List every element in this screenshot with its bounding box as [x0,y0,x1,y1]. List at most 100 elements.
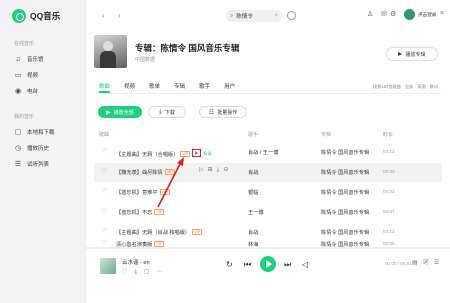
song-duration: 03:33 [383,169,395,174]
video-icon: ▭ [14,71,22,79]
song-title-cell: 【主题曲】无羁（合唱版） VIP 标清 [116,149,211,158]
sidebar-item-trial-list[interactable]: ☰ 试听列表 [14,159,49,169]
column-header-artist: 歌手 [248,132,259,138]
voice-search-icon[interactable] [287,11,296,20]
now-playing-ops: ♡ ⤓ ▢ ⋯ [122,269,163,275]
tab-playlists[interactable]: 歌单 [149,82,160,90]
song-album[interactable]: 陈情令 国风音乐专辑 [321,169,369,176]
download-icon[interactable]: ⤓ [134,269,137,275]
song-artist[interactable]: 肖战 [248,229,258,236]
table-row[interactable]: ♡ 【蓝忘机】意难平 VIP 银临 陈情令 国风音乐专辑 04:23 [94,183,442,202]
song-duration: 04:13 [383,229,395,234]
play-all-button[interactable]: ▶ 播放全部 [98,106,142,118]
play-icon: ▶ [106,109,111,116]
clock-icon: ◷ [14,144,22,152]
sidebar-item-video[interactable]: ▭ 视频 [14,70,38,80]
sidebar-item-label: 本地和下载 [27,130,55,136]
comment-icon[interactable]: ▢ [144,269,150,275]
heart-icon[interactable]: ♡ [122,269,127,275]
heart-icon[interactable]: ♡ [101,168,107,175]
chevron-right-icon[interactable]: › [118,11,121,20]
heart-icon[interactable]: ♡ [101,228,107,235]
heart-icon[interactable]: ♡ [101,240,107,247]
album-cover[interactable] [94,35,127,68]
table-row[interactable]: ♡ 【魏无羡】曲尽陈情 VIP ▷ ⊞ ⤓ ⊝ 肖战 陈情令 国风音乐专辑 03:… [94,163,442,182]
settings-icon[interactable]: ⚙ [390,10,396,18]
quality-icon[interactable]: ▤ [412,260,418,266]
tab-videos[interactable]: 视频 [124,82,135,90]
song-title[interactable]: 【魏无羡】曲尽陈情 [116,170,163,176]
app-logo[interactable]: QQ音乐 [12,9,60,23]
divider [94,93,442,94]
batch-icon: ☷ [208,109,215,116]
play-button[interactable] [260,256,276,272]
playlist-icon[interactable]: ☰ [434,260,439,266]
sidebar-item-radio[interactable]: ◉ 电台 [14,86,38,96]
close-icon[interactable]: × [440,10,444,17]
tab-albums[interactable]: 专辑 [174,82,185,90]
song-artist[interactable]: 肖战 / 王一博 [248,149,278,156]
next-icon[interactable]: ⏭ [284,261,291,269]
add-icon[interactable]: ⊞ [208,167,213,173]
volume-icon[interactable]: ◁ [302,261,308,269]
now-playing-title[interactable]: 云水谣 - en [122,258,150,266]
previous-icon[interactable]: ⏮ [244,261,251,269]
song-duration: 03:47 [383,209,395,214]
result-tabs: 歌曲 视频 歌单 专辑 歌手 用户 [99,82,249,93]
topbar: ‹ › ⌕ 陈情令 × 点击登录 ♙ ✉ ⚙ – × [86,0,450,30]
sidebar-item-history[interactable]: ◷ 播放历史 [14,143,49,153]
sidebar-section-my-music: 我的音乐 [14,114,35,120]
table-row[interactable]: ♡ 【主题曲】无羁（合唱版） VIP 标清 肖战 / 王一博 陈情令 国风音乐专辑 … [94,143,442,162]
table-row[interactable]: ♡ 【蓝忘机】不忘 VIP 王一博 陈情令 国风音乐专辑 03:47 [94,203,442,222]
heart-icon[interactable]: ♡ [101,148,107,155]
song-artist[interactable]: 王一博 [248,209,264,216]
song-artist[interactable]: 银临 [248,189,258,196]
sidebar-item-local-download[interactable]: ▢ 本地和下载 [14,127,55,137]
user-icon[interactable]: ♙ [367,10,373,18]
batch-operation-button[interactable]: ☷ 批量操作 [199,106,247,118]
play-album-label: 播放专辑 [405,51,426,58]
vip-badge: VIP [164,169,175,175]
now-playing-cover[interactable] [100,258,116,274]
song-title[interactable]: 【蓝忘机】不忘 [116,210,152,216]
lyrics-icon[interactable]: 词 [423,260,429,266]
song-album[interactable]: 陈情令 国风音乐专辑 [321,149,369,156]
chevron-left-icon[interactable]: ‹ [102,11,105,20]
tab-users[interactable]: 用户 [224,82,235,90]
song-title[interactable]: 【主题曲】无羁（合唱版） [116,152,178,158]
progress-bar[interactable] [86,248,450,249]
column-header-duration: 时长 [383,132,394,138]
loop-icon[interactable]: ↻ [226,261,233,269]
more-icon[interactable]: ⊝ [223,167,228,173]
mv-play-button-highlighted[interactable] [192,149,202,157]
filter-all[interactable]: 全部 [405,84,413,90]
qq-music-logo-icon [12,9,26,23]
song-title[interactable]: 【主题曲】无羁（肖战 独唱版） [116,230,190,236]
song-title[interactable]: 【蓝忘机】意难平 [116,190,158,196]
song-album[interactable]: 陈情令 国风音乐专辑 [321,189,369,196]
logo-text: QQ音乐 [30,11,61,21]
radio-icon: ◉ [14,87,22,95]
tab-artists[interactable]: 歌手 [199,82,210,90]
heart-icon[interactable]: ♡ [101,208,107,215]
mail-icon[interactable]: ✉ [381,10,387,18]
download-icon[interactable]: ⤓ [217,167,220,173]
song-artist[interactable]: 肖战 [248,169,258,176]
play-icon[interactable]: ▷ [199,167,204,173]
minimize-icon[interactable]: – [431,10,435,17]
download-button[interactable]: ⤓ 下载 [148,106,186,118]
filter-climax[interactable]: 高潮 [417,84,425,90]
filter-lyrics[interactable]: 歌词 [430,84,438,90]
more-icon[interactable]: ⋯ [157,269,163,275]
tab-songs[interactable]: 歌曲 [99,82,111,93]
play-icon [195,151,199,155]
sidebar-item-music-hall[interactable]: ♫ 音乐馆 [14,54,44,64]
song-album[interactable]: 陈情令 国风音乐专辑 [321,209,369,216]
sidebar-item-label: 音乐馆 [27,57,44,63]
song-album[interactable]: 陈情令 国风音乐专辑 [321,229,369,236]
search-input[interactable]: ⌕ 陈情令 × [226,10,282,22]
play-album-button[interactable]: 播放专辑 [386,47,438,61]
clear-icon[interactable]: × [274,13,278,19]
heart-icon[interactable]: ♡ [101,188,107,195]
avatar[interactable] [404,9,415,20]
